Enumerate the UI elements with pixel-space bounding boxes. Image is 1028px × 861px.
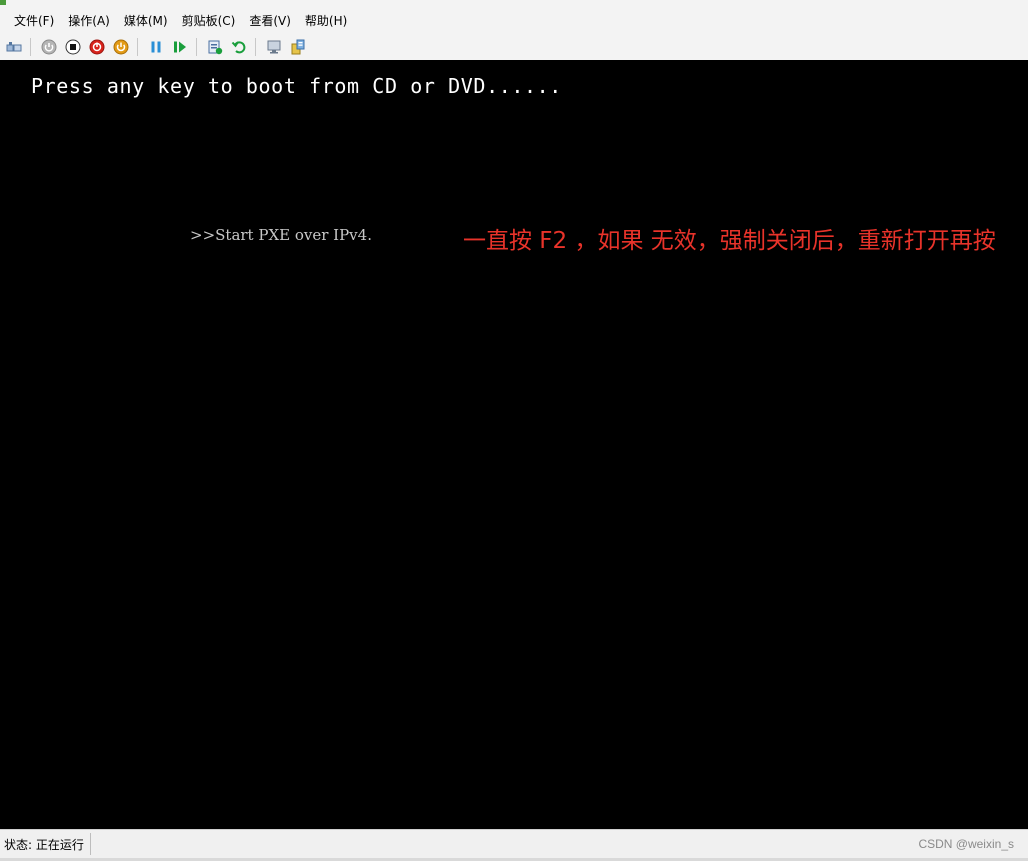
status-text: 状态: 正在运行	[4, 838, 84, 852]
menu-file[interactable]: 文件(F)	[14, 8, 54, 34]
menu-bar: 文件(F) 操作(A) 媒体(M) 剪贴板(C) 查看(V) 帮助(H)	[0, 8, 1028, 34]
toolbar-separator	[30, 38, 31, 56]
resume-icon[interactable]	[170, 37, 190, 57]
status-divider	[90, 833, 91, 855]
menu-view[interactable]: 查看(V)	[249, 8, 291, 34]
title-bar	[0, 0, 1028, 8]
pxe-status-text: >>Start PXE over IPv4.	[190, 226, 372, 244]
toolbar-separator	[255, 38, 256, 56]
menu-help[interactable]: 帮助(H)	[305, 8, 347, 34]
enhanced-session-icon[interactable]	[264, 37, 284, 57]
boot-prompt-text: Press any key to boot from CD or DVD....…	[31, 74, 562, 98]
toolbar-separator	[137, 38, 138, 56]
red-annotation-text: 一直按 F2 ，如果 无效，强制关闭后，重新打开再按	[463, 228, 996, 254]
ctrl-alt-del-icon[interactable]	[4, 37, 24, 57]
watermark: CSDN @weixin_s	[918, 837, 1014, 851]
menu-clipboard[interactable]: 剪贴板(C)	[182, 8, 236, 34]
pause-icon[interactable]	[146, 37, 166, 57]
menu-action[interactable]: 操作(A)	[68, 8, 110, 34]
menu-media[interactable]: 媒体(M)	[124, 8, 168, 34]
status-bar: 状态: 正在运行 CSDN @weixin_s	[0, 829, 1028, 861]
toolbar	[0, 34, 1028, 60]
share-icon[interactable]	[288, 37, 308, 57]
toolbar-separator	[196, 38, 197, 56]
revert-icon[interactable]	[229, 37, 249, 57]
power-icon[interactable]	[111, 37, 131, 57]
shutdown-icon[interactable]	[87, 37, 107, 57]
start-icon[interactable]	[39, 37, 59, 57]
vm-console-screen[interactable]: Press any key to boot from CD or DVD....…	[0, 60, 1028, 829]
turn-off-icon[interactable]	[63, 37, 83, 57]
app-icon	[0, 0, 6, 5]
checkpoint-icon[interactable]	[205, 37, 225, 57]
